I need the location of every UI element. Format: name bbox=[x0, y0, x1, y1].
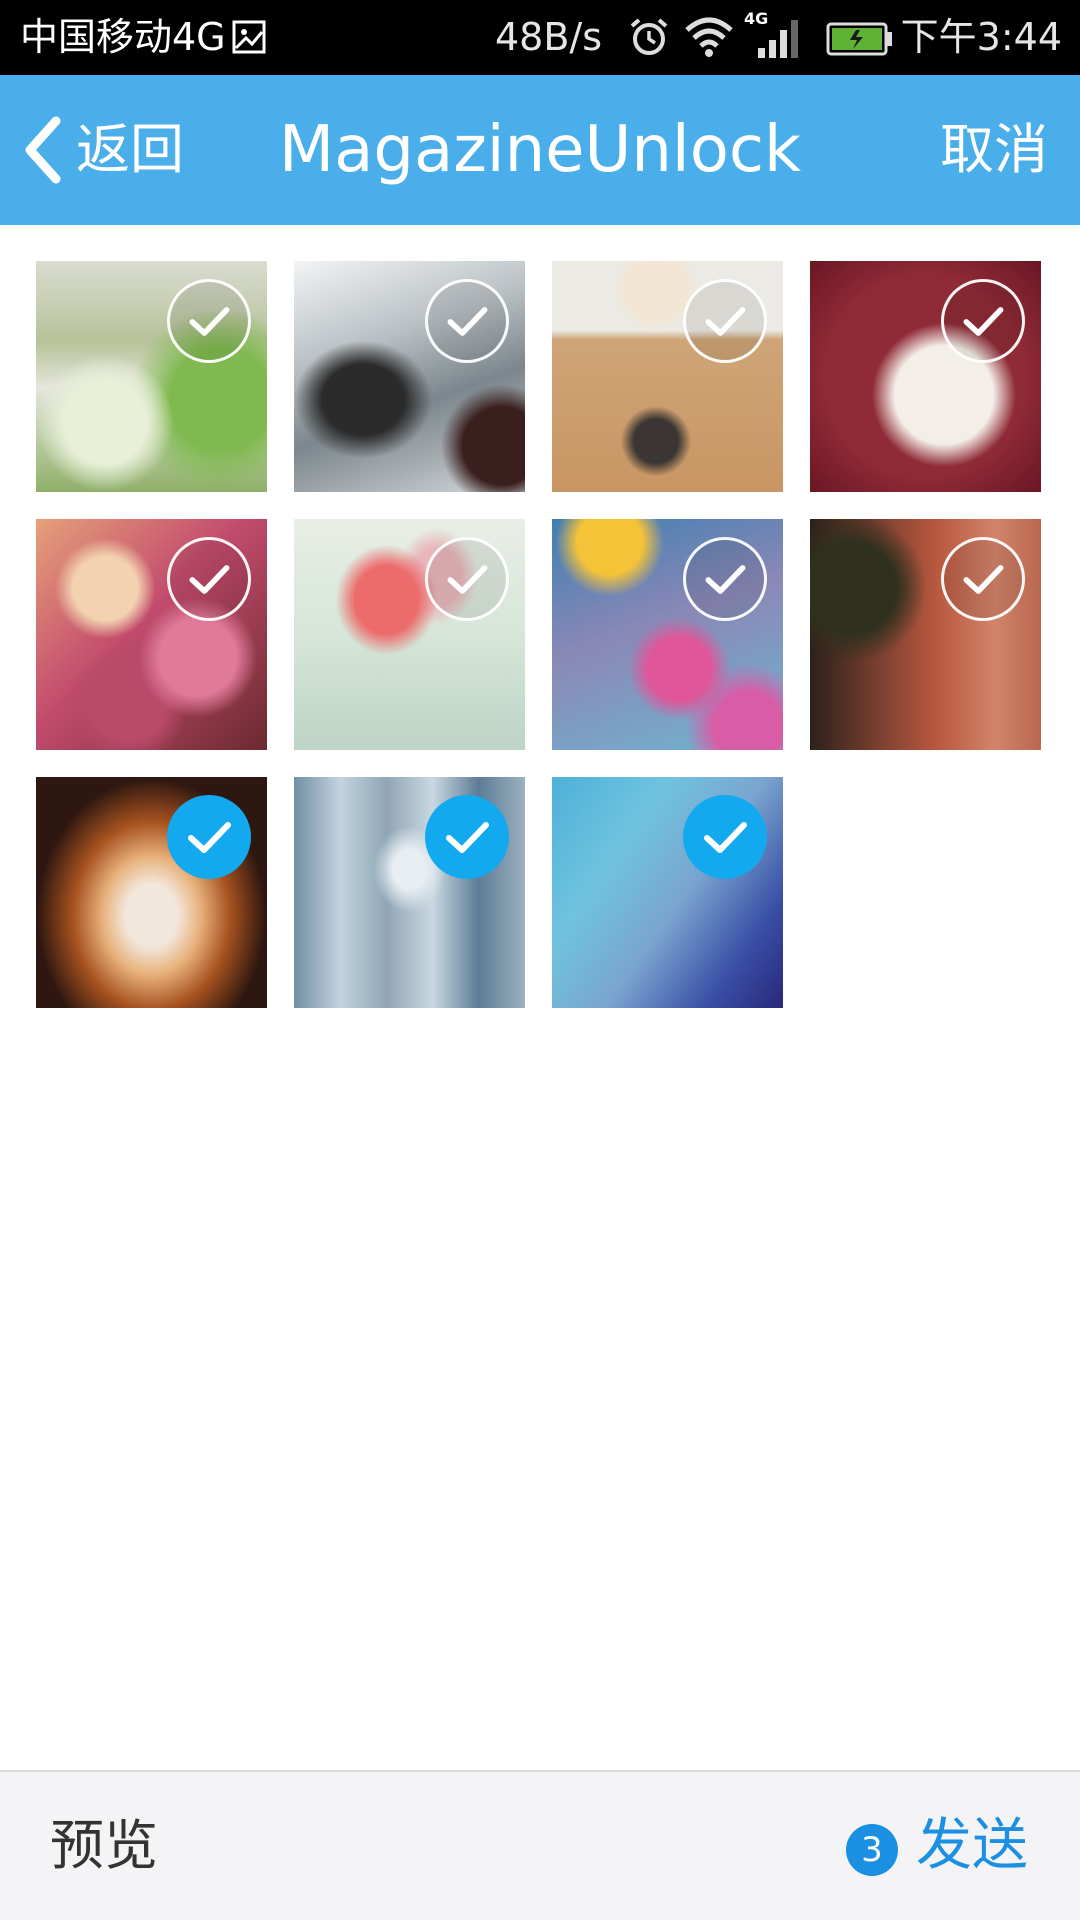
carrier-label: 中国移动4G bbox=[20, 15, 226, 59]
signal-icon bbox=[758, 20, 798, 58]
select-checkbox[interactable] bbox=[941, 537, 1025, 621]
select-checkbox[interactable] bbox=[167, 795, 251, 879]
clock: 下午3:44 bbox=[900, 15, 1062, 59]
checkmark-icon bbox=[447, 307, 488, 336]
title-bar: MagazineUnlock 返回 取消 bbox=[0, 75, 1080, 225]
photo-blue-abstract[interactable] bbox=[552, 777, 783, 1008]
network-speed: 48B/s bbox=[495, 15, 603, 59]
select-checkbox[interactable] bbox=[425, 279, 509, 363]
photo-kitten-box[interactable] bbox=[552, 261, 783, 492]
status-bar: 中国移动4G 48B/s 4G 下午3:44 bbox=[0, 0, 1080, 75]
photo-spiral-staircase[interactable] bbox=[36, 777, 267, 1008]
photo-puppy[interactable] bbox=[810, 261, 1041, 492]
select-checkbox[interactable] bbox=[425, 795, 509, 879]
preview-button[interactable]: 预览 bbox=[50, 1772, 158, 1920]
checkmark-icon bbox=[963, 307, 1004, 336]
alarm-icon bbox=[630, 18, 668, 55]
select-checkbox[interactable] bbox=[683, 279, 767, 363]
select-checkbox[interactable] bbox=[683, 795, 767, 879]
back-button[interactable]: 返回 bbox=[22, 75, 184, 225]
checkmark-icon bbox=[963, 565, 1004, 594]
select-checkbox[interactable] bbox=[167, 279, 251, 363]
chevron-left-icon bbox=[25, 116, 61, 184]
checkmark-icon bbox=[705, 565, 746, 594]
image-notification-icon bbox=[232, 20, 266, 54]
wifi-icon bbox=[685, 17, 733, 57]
send-button[interactable]: 发送 bbox=[916, 1772, 1028, 1920]
photo-tulips[interactable] bbox=[294, 519, 525, 750]
checkmark-icon bbox=[446, 822, 489, 853]
photo-old-street[interactable] bbox=[810, 519, 1041, 750]
photo-colorful-flowers[interactable] bbox=[552, 519, 783, 750]
battery-icon bbox=[826, 22, 892, 56]
select-checkbox[interactable] bbox=[683, 537, 767, 621]
back-label: 返回 bbox=[76, 118, 184, 181]
checkmark-icon bbox=[188, 822, 231, 853]
photo-glass-corridor[interactable] bbox=[294, 777, 525, 1008]
selected-count-badge: 3 bbox=[846, 1824, 898, 1876]
bottom-bar: 预览 3 发送 bbox=[0, 1770, 1080, 1920]
photo-car[interactable] bbox=[294, 261, 525, 492]
select-checkbox[interactable] bbox=[941, 279, 1025, 363]
photo-flowers-pink[interactable] bbox=[36, 519, 267, 750]
checkmark-icon bbox=[705, 307, 746, 336]
checkmark-icon bbox=[447, 565, 488, 594]
photo-garden-stairs[interactable] bbox=[36, 261, 267, 492]
checkmark-icon bbox=[189, 565, 230, 594]
select-checkbox[interactable] bbox=[167, 537, 251, 621]
checkmark-icon bbox=[704, 822, 747, 853]
photo-picker-screen: 中国移动4G 48B/s 4G 下午3:44 MagazineUnlock 返回… bbox=[0, 0, 1080, 1920]
checkmark-icon bbox=[189, 307, 230, 336]
select-checkbox[interactable] bbox=[425, 537, 509, 621]
cancel-button[interactable]: 取消 bbox=[940, 75, 1048, 225]
